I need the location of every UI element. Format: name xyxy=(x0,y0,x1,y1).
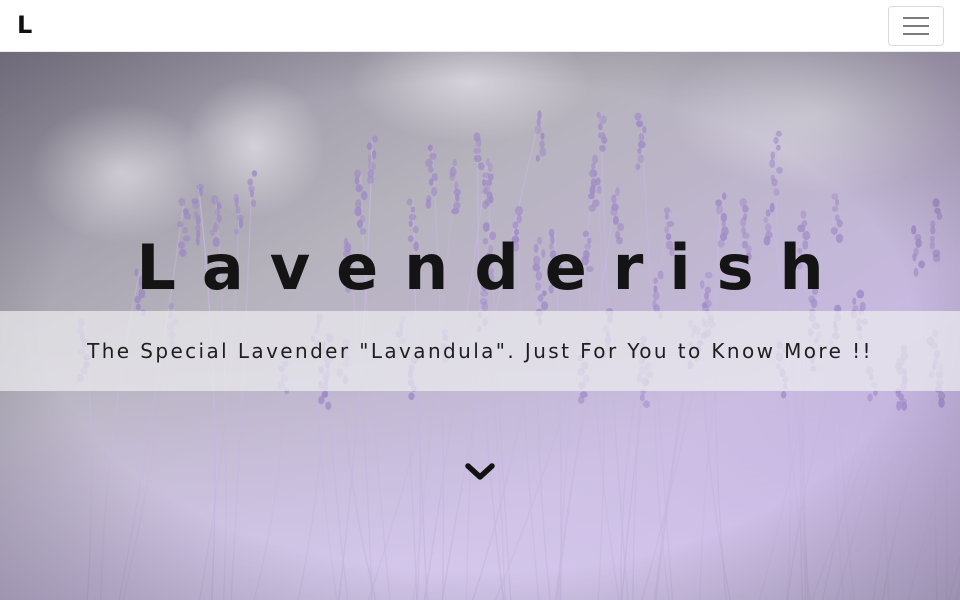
scroll-down-button[interactable] xyxy=(462,456,498,488)
chevron-down-icon xyxy=(465,463,495,480)
hero-title: Lavenderish xyxy=(136,231,850,304)
brand-logo[interactable]: L xyxy=(17,9,32,41)
hero-section: Lavenderish The Special Lavender "Lavand… xyxy=(0,52,960,600)
navbar-toggler-button[interactable] xyxy=(888,6,944,46)
hamburger-menu-icon xyxy=(903,17,929,35)
top-navbar: L xyxy=(0,0,960,52)
subtitle-band: The Special Lavender "Lavandula". Just F… xyxy=(0,311,960,391)
hero-subtitle: The Special Lavender "Lavandula". Just F… xyxy=(87,339,873,363)
